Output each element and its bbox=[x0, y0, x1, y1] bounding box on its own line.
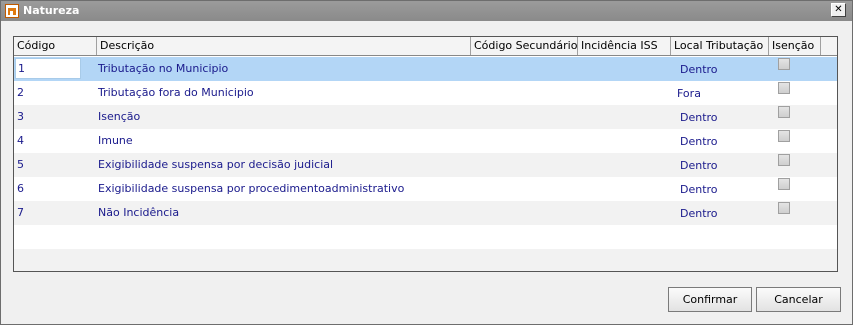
empty-row bbox=[14, 249, 837, 271]
local-tributacao-cell: Dentro bbox=[680, 135, 718, 148]
local-tributacao-cell: Fora bbox=[677, 87, 701, 100]
table-row[interactable]: 3 Isenção Dentro bbox=[14, 105, 837, 129]
empty-row bbox=[14, 225, 837, 249]
col-header-incidencia-iss[interactable]: Incidência ISS bbox=[578, 37, 671, 55]
local-tributacao-cell: Dentro bbox=[680, 159, 718, 172]
local-tributacao-cell: Dentro bbox=[680, 207, 718, 220]
window-title: Natureza bbox=[23, 4, 80, 17]
close-button[interactable]: ✕ bbox=[831, 3, 846, 17]
grid-header: Código Descrição Código Secundário Incid… bbox=[14, 37, 837, 56]
descricao-cell: Isenção bbox=[98, 110, 141, 123]
isencao-checkbox[interactable] bbox=[778, 202, 790, 214]
codigo-cell: 2 bbox=[17, 86, 24, 99]
table-row[interactable]: 6 Exigibilidade suspensa por procediment… bbox=[14, 177, 837, 201]
isencao-checkbox[interactable] bbox=[778, 82, 790, 94]
codigo-cell: 6 bbox=[17, 182, 24, 195]
codigo-cell: 4 bbox=[17, 134, 24, 147]
descricao-cell: Não Incidência bbox=[98, 206, 180, 219]
local-tributacao-cell: Dentro bbox=[680, 111, 718, 124]
col-header-local-tributacao[interactable]: Local Tributação bbox=[671, 37, 769, 55]
isencao-checkbox[interactable] bbox=[778, 106, 790, 118]
codigo-cell: 7 bbox=[17, 206, 24, 219]
col-header-codigo[interactable]: Código bbox=[14, 37, 97, 55]
table-row[interactable]: 4 Imune Dentro bbox=[14, 129, 837, 153]
col-header-descricao[interactable]: Descrição bbox=[97, 37, 471, 55]
isencao-checkbox[interactable] bbox=[778, 154, 790, 166]
codigo-edit-cell[interactable]: 1 bbox=[15, 58, 81, 79]
isencao-checkbox[interactable] bbox=[778, 58, 790, 70]
app-home-icon bbox=[5, 4, 19, 18]
table-row[interactable]: 2 Tributação fora do Municipio Fora bbox=[14, 81, 837, 105]
col-header-codigo-secundario[interactable]: Código Secundário bbox=[471, 37, 578, 55]
codigo-cell: 5 bbox=[17, 158, 24, 171]
table-row[interactable]: 5 Exigibilidade suspensa por decisão jud… bbox=[14, 153, 837, 177]
natureza-dialog: Natureza ✕ Código Descrição Código Secun… bbox=[0, 0, 853, 325]
natureza-grid[interactable]: Código Descrição Código Secundário Incid… bbox=[13, 36, 838, 272]
title-bar[interactable]: Natureza ✕ bbox=[1, 1, 852, 21]
cancel-button[interactable]: Cancelar bbox=[756, 287, 841, 312]
local-tributacao-cell: Dentro bbox=[680, 183, 718, 196]
descricao-cell: Tributação no Municipio bbox=[98, 62, 229, 75]
codigo-cell: 3 bbox=[17, 110, 24, 123]
descricao-cell: Exigibilidade suspensa por decisão judic… bbox=[98, 158, 334, 171]
isencao-checkbox[interactable] bbox=[778, 130, 790, 142]
isencao-checkbox[interactable] bbox=[778, 178, 790, 190]
descricao-cell: Exigibilidade suspensa por procedimentoa… bbox=[98, 182, 405, 195]
descricao-cell: Tributação fora do Municipio bbox=[98, 86, 254, 99]
descricao-cell: Imune bbox=[98, 134, 133, 147]
close-icon: ✕ bbox=[834, 4, 843, 15]
table-row[interactable]: 7 Não Incidência Dentro bbox=[14, 201, 837, 225]
table-row[interactable]: 1 Tributação no Municipio Dentro bbox=[14, 57, 837, 81]
confirm-button[interactable]: Confirmar bbox=[668, 287, 752, 312]
col-header-isencao[interactable]: Isenção bbox=[769, 37, 821, 55]
local-tributacao-cell: Dentro bbox=[680, 63, 718, 76]
